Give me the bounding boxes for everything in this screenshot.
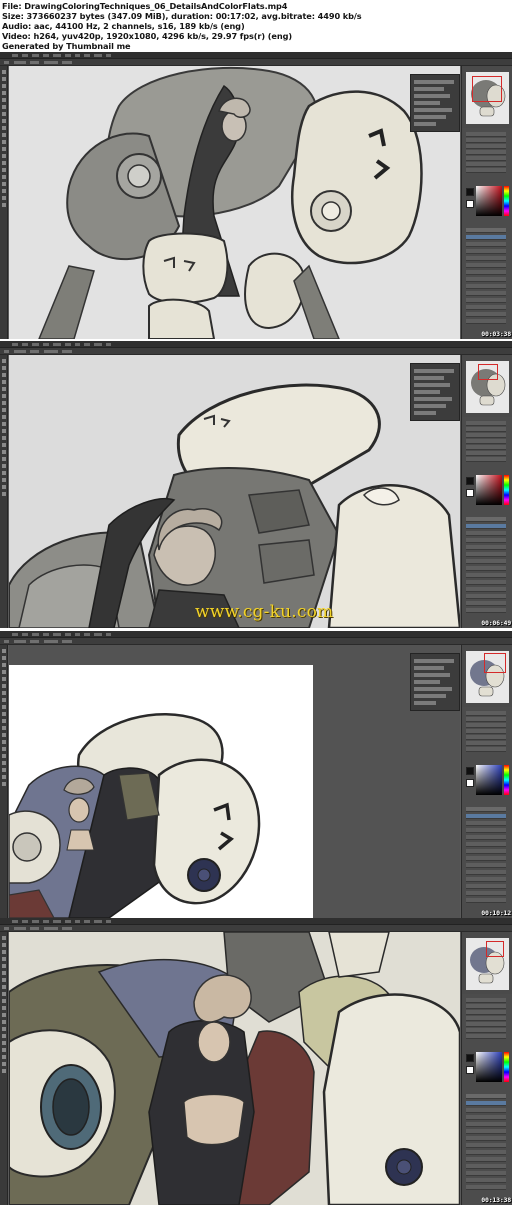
foreground-swatch[interactable] — [466, 477, 474, 485]
foreground-swatch[interactable] — [466, 188, 474, 196]
photoshop-menu-bar[interactable] — [0, 631, 512, 638]
layers-list[interactable] — [462, 1090, 512, 1200]
photoshop-menu-bar[interactable] — [0, 341, 512, 348]
file-name-line: File: DrawingColoringTechniques_06_Detai… — [2, 1, 288, 11]
side-panels[interactable] — [461, 707, 512, 918]
hue-slider[interactable] — [504, 475, 509, 505]
navigator-panel[interactable] — [461, 355, 512, 417]
navigator-view-box[interactable] — [484, 653, 506, 673]
layers-list-top[interactable] — [462, 128, 512, 178]
video-frame-1: 00:03:38 — [0, 52, 512, 339]
hue-slider[interactable] — [504, 765, 509, 795]
hue-slider[interactable] — [504, 1052, 509, 1082]
side-panels[interactable] — [461, 994, 512, 1205]
video-info-line: Video: h264, yuv420p, 1920x1080, 4296 kb… — [2, 31, 292, 41]
video-info-header: File: DrawingColoringTechniques_06_Detai… — [0, 0, 512, 52]
drawing-canvas[interactable] — [9, 932, 460, 1205]
layers-list-top[interactable] — [462, 707, 512, 757]
tool-options-bar[interactable] — [0, 348, 512, 355]
file-size-line: Size: 373660237 bytes (347.09 MiB), dura… — [2, 11, 362, 21]
hue-slider[interactable] — [504, 186, 509, 216]
color-picker-field[interactable] — [476, 1052, 502, 1082]
frame-timestamp: 00:10:12 — [481, 909, 511, 917]
navigator-view-box[interactable] — [478, 364, 498, 380]
side-panels[interactable] — [461, 128, 512, 339]
photoshop-menu-bar[interactable] — [0, 52, 512, 59]
layers-list[interactable] — [462, 224, 512, 334]
background-swatch[interactable] — [466, 200, 474, 208]
tools-panel[interactable] — [0, 645, 8, 918]
side-panels[interactable] — [461, 417, 512, 628]
tool-options-bar[interactable] — [0, 925, 512, 932]
navigator-panel[interactable] — [461, 932, 512, 994]
mech-line-art — [9, 66, 460, 339]
video-frame-2: www.cg-ku.com 00:06:49 — [0, 341, 512, 628]
background-swatch[interactable] — [466, 779, 474, 787]
audio-info-line: Audio: aac, 44100 Hz, 2 channels, s16, 1… — [2, 21, 245, 31]
brush-settings-panel[interactable] — [410, 363, 460, 421]
video-frame-4: 00:13:38 — [0, 918, 512, 1205]
frame-timestamp: 00:13:38 — [481, 1196, 511, 1204]
drawing-canvas[interactable] — [9, 66, 460, 339]
video-frame-3: 00:10:12 — [0, 631, 512, 918]
drawing-canvas[interactable]: www.cg-ku.com — [9, 355, 460, 628]
workspace-area[interactable] — [9, 645, 460, 918]
color-picker-field[interactable] — [476, 765, 502, 795]
navigator-thumbnail — [466, 72, 509, 124]
tools-panel[interactable] — [0, 932, 8, 1205]
watermark-text: www.cg-ku.com — [195, 602, 334, 622]
tools-panel[interactable] — [0, 355, 8, 628]
navigator-thumbnail — [466, 938, 509, 990]
layers-list[interactable] — [462, 513, 512, 623]
layers-list-top[interactable] — [462, 417, 512, 467]
helmet-close-up-art — [9, 355, 460, 628]
navigator-panel[interactable] — [461, 645, 512, 707]
color-picker-field[interactable] — [476, 475, 502, 505]
layers-list[interactable] — [462, 803, 512, 913]
color-flats-close-up-art — [9, 932, 460, 1205]
background-swatch[interactable] — [466, 1066, 474, 1074]
color-picker-field[interactable] — [476, 186, 502, 216]
photoshop-menu-bar[interactable] — [0, 918, 512, 925]
background-swatch[interactable] — [466, 489, 474, 497]
frame-timestamp: 00:06:49 — [481, 619, 511, 627]
foreground-swatch[interactable] — [466, 767, 474, 775]
frame-timestamp: 00:03:38 — [481, 330, 511, 338]
navigator-thumbnail — [466, 361, 509, 413]
navigator-thumbnail — [466, 651, 509, 703]
foreground-swatch[interactable] — [466, 1054, 474, 1062]
layers-list-top[interactable] — [462, 994, 512, 1044]
tool-options-bar[interactable] — [0, 59, 512, 66]
brush-settings-panel[interactable] — [410, 74, 460, 132]
navigator-view-box[interactable] — [486, 941, 504, 957]
color-flats-art — [9, 665, 313, 918]
brush-settings-panel[interactable] — [410, 653, 460, 711]
navigator-panel[interactable] — [461, 66, 512, 128]
document-window[interactable] — [9, 665, 313, 918]
tool-options-bar[interactable] — [0, 638, 512, 645]
generator-line: Generated by Thumbnail me — [2, 41, 131, 51]
tools-panel[interactable] — [0, 66, 8, 339]
navigator-view-box[interactable] — [472, 76, 502, 102]
